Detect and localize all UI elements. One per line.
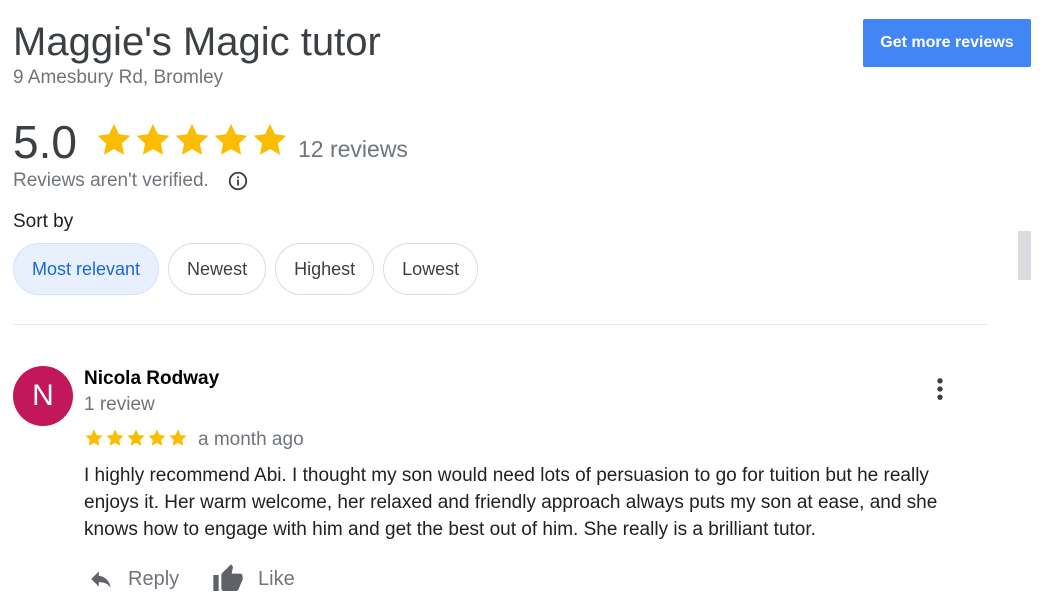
like-label: Like	[258, 567, 295, 590]
sort-label: Sort by	[13, 211, 74, 231]
reviewer-name[interactable]: Nicola Rodway	[84, 367, 219, 391]
reply-arrow-icon	[91, 571, 111, 588]
star-icon	[136, 123, 170, 155]
review-rating-stars	[84, 428, 188, 448]
star-icon	[175, 123, 209, 155]
average-rating: 5.0	[13, 116, 77, 168]
get-more-reviews-button[interactable]: Get more reviews	[863, 19, 1031, 67]
star-icon	[169, 429, 187, 446]
star-icon	[106, 429, 124, 446]
business-address: 9 Amesbury Rd, Bromley	[13, 67, 224, 88]
business-name: Maggie's Magic tutor	[13, 20, 381, 64]
sort-options: Most relevant Newest Highest Lowest	[13, 243, 479, 295]
thumbs-up-icon	[213, 564, 243, 591]
star-icon	[85, 429, 103, 446]
star-icon	[148, 429, 166, 446]
sort-chip-highest[interactable]: Highest	[275, 243, 375, 295]
info-icon[interactable]	[227, 170, 249, 192]
unverified-note: Reviews aren't verified.	[13, 170, 209, 191]
more-vert-icon[interactable]	[926, 374, 954, 404]
review-text: I highly recommend Abi. I thought my son…	[84, 465, 938, 540]
star-icon	[97, 123, 131, 155]
sort-chip-most-relevant[interactable]: Most relevant	[13, 243, 160, 295]
reply-button[interactable]: Reply	[86, 560, 179, 598]
reviews-panel: Maggie's Magic tutor 9 Amesbury Rd, Brom…	[0, 0, 1051, 610]
scrollbar-thumb[interactable]	[1018, 231, 1031, 280]
sort-chip-lowest[interactable]: Lowest	[383, 243, 479, 295]
reply-label: Reply	[128, 567, 180, 590]
review-time: a month ago	[198, 429, 304, 450]
sort-chip-newest[interactable]: Newest	[168, 243, 267, 295]
reviewer-review-count: 1 review	[84, 394, 155, 415]
star-icon	[214, 123, 248, 155]
avatar[interactable]: N	[13, 366, 73, 426]
star-icon	[253, 123, 287, 155]
review-count: 12 reviews	[298, 136, 408, 162]
star-icon	[127, 429, 145, 446]
average-rating-stars	[95, 121, 289, 159]
divider	[13, 324, 988, 325]
like-button[interactable]: Like	[210, 560, 295, 598]
